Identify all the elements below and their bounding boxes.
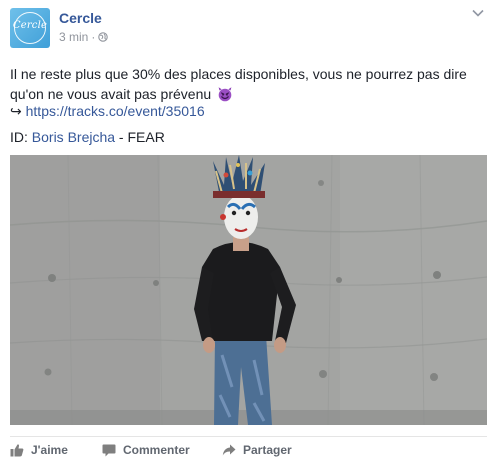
meta-separator: · [91, 30, 96, 44]
smiling-devil-emoji-icon [218, 87, 232, 102]
action-divider [10, 436, 487, 437]
avatar-logo-text: Cercle [12, 20, 48, 31]
comment-bubble-icon [102, 444, 116, 457]
artist-link[interactable]: Boris Brejcha [32, 129, 115, 145]
like-button[interactable]: J'aime [10, 443, 68, 457]
page-avatar[interactable]: Cercle [10, 8, 50, 48]
facebook-post: Cercle Cercle 3 min · Il ne reste plus q… [0, 0, 497, 469]
share-label: Partager [243, 443, 292, 457]
photo-illustration [10, 155, 487, 425]
post-timestamp[interactable]: 3 min [59, 30, 88, 44]
event-link[interactable]: https://tracks.co/event/35016 [26, 103, 205, 119]
post-photo[interactable] [10, 155, 487, 425]
like-label: J'aime [31, 443, 68, 457]
share-button[interactable]: Partager [222, 443, 292, 457]
post-meta: 3 min · [59, 30, 109, 44]
globe-icon [98, 32, 109, 42]
track-id-prefix: ID: [10, 129, 32, 145]
link-arrow-icon: ↪ [10, 103, 22, 119]
chevron-down-icon[interactable] [471, 8, 485, 18]
share-arrow-icon [222, 444, 236, 456]
comment-label: Commenter [123, 443, 190, 457]
thumbs-up-icon [10, 444, 24, 457]
comment-button[interactable]: Commenter [102, 443, 190, 457]
post-text: Il ne reste plus que 30% des places disp… [10, 64, 488, 104]
post-message: Il ne reste plus que 30% des places disp… [10, 66, 467, 102]
post-track-id: ID: Boris Brejcha - FEAR [10, 127, 488, 147]
page-name-link[interactable]: Cercle [59, 10, 102, 26]
track-title: - FEAR [115, 129, 165, 145]
post-link-line: ↪ https://tracks.co/event/35016 [10, 101, 488, 121]
